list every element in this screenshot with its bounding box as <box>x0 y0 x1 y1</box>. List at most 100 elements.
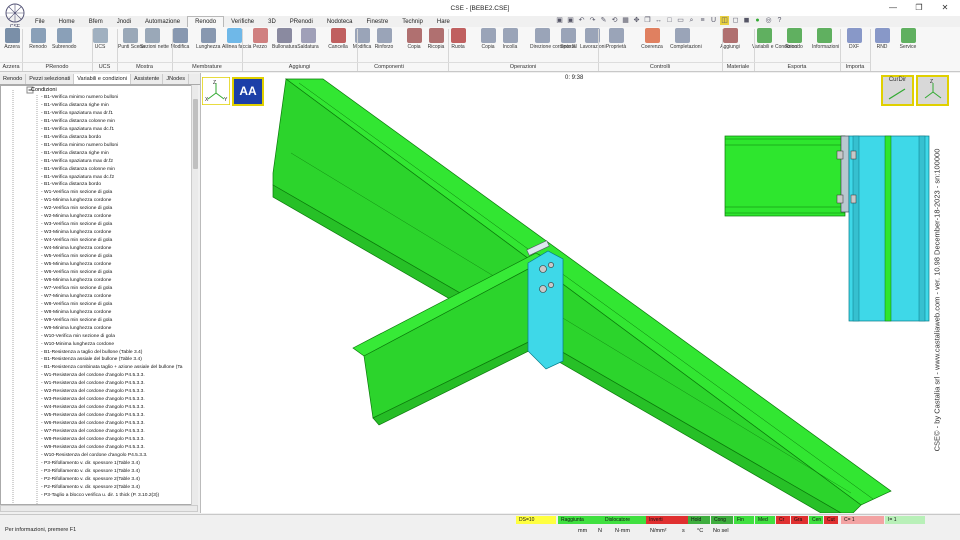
tree-item[interactable]: - B1-Verifica distanza bordo <box>41 181 183 189</box>
ribbon-btn-sezioni-nette[interactable]: Sezioni nette <box>140 28 169 50</box>
tree-item[interactable]: - P3-Rifollamento v. dir. spessore 1(Tab… <box>41 468 183 476</box>
tree-item[interactable]: - B1-Verifica minimo numero bulloni <box>41 142 183 150</box>
status-indicator-i-1[interactable]: I= 1 <box>885 516 925 524</box>
menu-tab-renodo[interactable]: Renodo <box>187 16 225 27</box>
tree-item[interactable]: - B1-Resistenza a taglio del bullone (Ta… <box>41 349 183 357</box>
ribbon-btn-copia[interactable]: Copia <box>402 28 426 50</box>
ribbon-btn-punti-scena[interactable]: Punti Scena <box>118 28 145 50</box>
ribbon-btn-renodo[interactable]: Renodo <box>26 28 50 50</box>
ribbon-btn-lavorazioni[interactable]: Lavorazioni <box>580 28 606 50</box>
minimize-button[interactable]: — <box>880 0 906 16</box>
status-indicator-fin[interactable]: Fin <box>734 516 754 524</box>
ribbon-btn-lunghezza[interactable]: Lunghezza <box>196 28 220 50</box>
close-button[interactable]: ✕ <box>932 0 958 16</box>
tree-item[interactable]: - W6-Resistenza del cordone d'angolo P4.… <box>41 420 183 428</box>
menu-tab-hare[interactable]: Hare <box>430 17 457 27</box>
menu-tab-home[interactable]: Home <box>52 17 82 27</box>
tree-item[interactable]: - B1-Verifica spaziatura max dc.f1 <box>41 126 183 134</box>
ribbon-btn-renodo[interactable]: Renodo <box>782 28 806 50</box>
tree-item[interactable]: - P2-Rifollamento v. dir. spessore 2(Tab… <box>41 476 183 484</box>
bolt-icon[interactable] <box>548 262 554 268</box>
status-indicator-ds-10[interactable]: DS=10 <box>516 516 556 524</box>
tree-item[interactable]: - B1-Resistenza combinata taglio + azion… <box>41 364 183 372</box>
section-detail-view[interactable] <box>724 135 930 322</box>
tree-item[interactable]: - W8-Minima lunghezza cordone <box>41 309 183 317</box>
ribbon-btn-subrenodo[interactable]: Subrenodo <box>52 28 76 50</box>
tree-item[interactable]: - W8-Verifica min sezione di gola <box>41 301 183 309</box>
tree-horizontal-scrollbar[interactable] <box>0 505 198 512</box>
tree-item[interactable]: - B1-Verifica distanza colonne min <box>41 166 183 174</box>
tree-item[interactable]: - P3-Rifollamento v. dir. spessore 1(Tab… <box>41 460 183 468</box>
rotate-z-button[interactable]: Z <box>916 75 949 106</box>
tree-item[interactable]: - B1-Verifica spaziatura max dr.f2 <box>41 158 183 166</box>
ribbon-btn-pezzo[interactable]: Pezzo <box>248 28 272 50</box>
menu-tab-automazione[interactable]: Automazione <box>138 17 187 27</box>
status-indicator-inverti[interactable]: Inverti <box>646 516 688 524</box>
u-icon[interactable]: U <box>709 16 718 25</box>
ribbon-btn-variabili-e-condizioni[interactable]: Variabili e Condizioni <box>752 28 798 50</box>
menu-tab-finestre[interactable]: Finestre <box>360 17 396 27</box>
conditions-tree[interactable]: Condizioni - B1-Verifica minimo numero b… <box>0 85 198 505</box>
tree-item[interactable]: - W6-Verifica min sezione di gola <box>41 269 183 277</box>
help-icon[interactable]: ? <box>775 16 784 25</box>
copy-icon[interactable]: ❐ <box>643 16 652 25</box>
tree-root-condizioni[interactable]: Condizioni <box>31 87 57 94</box>
panel-tab-renodo[interactable]: Renodo <box>0 74 27 84</box>
tree-item[interactable]: - W7-Resistenza del cordone d'angolo P4.… <box>41 428 183 436</box>
scrollbar-thumb[interactable] <box>193 99 198 169</box>
menu-tab-prenodi[interactable]: PRenodi <box>283 17 320 27</box>
tree-item[interactable]: - W1-Resistenza del cordone d'angolo P4.… <box>41 372 183 380</box>
tree-item[interactable]: - W3-Minima lunghezza cordone <box>41 229 183 237</box>
status-indicator-hold[interactable]: Hold <box>688 516 710 524</box>
view-front-icon[interactable]: □ <box>665 16 674 25</box>
ribbon-btn-ruota[interactable]: Ruota <box>446 28 470 50</box>
tree-item[interactable]: - W4-Verifica min sezione di gola <box>41 237 183 245</box>
tree-item[interactable]: - W1-Resistenza del cordone d'angolo P4.… <box>41 380 183 388</box>
tree-item[interactable]: - P3-Taglio a blocco verifica u. dir. 1 … <box>41 492 183 500</box>
tree-item[interactable]: - W10-Minima lunghezza cordone <box>41 341 183 349</box>
tree-item[interactable]: - W10-Resistenza del cordone d'angolo P4… <box>41 452 183 460</box>
beam-connection-model[interactable] <box>201 73 960 514</box>
redo-icon[interactable]: ↷ <box>588 16 597 25</box>
tree-item[interactable]: - W2-Verifica min sezione di gola <box>41 205 183 213</box>
view-side-icon[interactable]: ▭ <box>676 16 685 25</box>
tree-item[interactable]: - B1-Verifica distanza colonne min <box>41 118 183 126</box>
ribbon-btn-informazioni[interactable]: Informazioni <box>812 28 839 50</box>
menu-tab-file[interactable]: File <box>28 17 52 27</box>
ribbon-btn-copia[interactable]: Copia <box>476 28 500 50</box>
status-indicator-cong[interactable]: Cong <box>711 516 733 524</box>
tree-item[interactable]: - W2-Resistenza del cordone d'angolo P4.… <box>41 388 183 396</box>
ribbon-btn-saldatura[interactable]: Saldatura <box>296 28 320 50</box>
bolt-icon[interactable] <box>539 265 547 273</box>
bolt-icon[interactable] <box>548 282 554 288</box>
panel-tab-jnodes[interactable]: JNodes <box>163 74 190 84</box>
tree-item[interactable]: - W9-Minima lunghezza cordone <box>41 325 183 333</box>
tree-item[interactable]: - W3-Verifica min sezione di gola <box>41 221 183 229</box>
ribbon-btn-sposta[interactable]: Sposta <box>556 28 580 50</box>
tree-item[interactable]: - W9-Verifica min sezione di gola <box>41 317 183 325</box>
ribbon-btn-cancella[interactable]: Cancella <box>326 28 350 50</box>
layers-icon[interactable]: ≡ <box>698 16 707 25</box>
menu-tab-jnodi[interactable]: Jnodi <box>110 17 138 27</box>
ribbon-btn-completazioni[interactable]: Completazioni <box>670 28 702 50</box>
tree-item[interactable]: - W8-Resistenza del cordone d'angolo P4.… <box>41 436 183 444</box>
tree-item[interactable]: - B1-Verifica minimo numero bulloni <box>41 94 183 102</box>
status-indicator-cr[interactable]: Cr <box>776 516 790 524</box>
tree-item[interactable]: - W9-Resistenza del cordone d'angolo P4.… <box>41 444 183 452</box>
move-icon[interactable]: ✥ <box>632 16 641 25</box>
view-right-icon[interactable]: ◼ <box>742 16 751 25</box>
ribbon-btn-ricopia[interactable]: Ricopia <box>424 28 448 50</box>
tree-item[interactable]: - W4-Minima lunghezza cordone <box>41 245 183 253</box>
ribbon-btn-propriet-[interactable]: Proprietà <box>604 28 628 50</box>
tree-item[interactable]: - B1-Verifica distanza bordo <box>41 134 183 142</box>
status-indicator-raggiunta[interactable]: Raggiunta <box>558 516 602 524</box>
tree-item[interactable]: - W1-Minima lunghezza cordone <box>41 197 183 205</box>
status-indicator-cut[interactable]: Cut <box>824 516 838 524</box>
ribbon-btn-modifica[interactable]: Modifica <box>350 28 374 50</box>
tree-item[interactable]: - W10-Verifica min sezione di gola <box>41 333 183 341</box>
panel-tab-pezzi-selezionati[interactable]: Pezzi selezionati <box>26 74 75 84</box>
zoom-icon[interactable]: ⌕ <box>687 16 696 25</box>
tree-item[interactable]: - W7-Minima lunghezza cordone <box>41 293 183 301</box>
tree-item[interactable]: - P2-Rifollamento v. dir. spessore 2(Tab… <box>41 484 183 492</box>
tree-item[interactable]: - B1-Resistenza assiale del bullone (Tab… <box>41 356 183 364</box>
